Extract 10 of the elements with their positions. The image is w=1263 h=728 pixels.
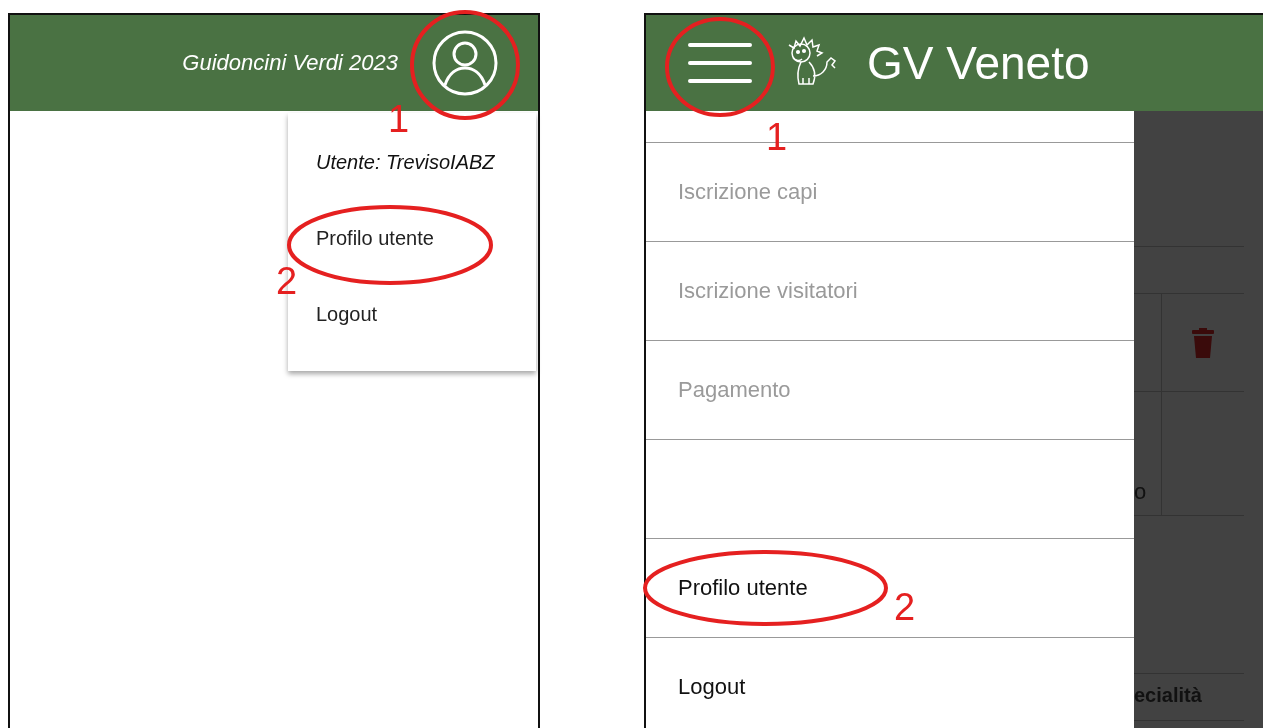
app-title: GV Veneto: [867, 36, 1090, 90]
annotation-number: 2: [276, 262, 298, 300]
user-label: Utente: TrevisoIABZ: [316, 151, 496, 174]
menu-item[interactable]: Profilo utente: [316, 227, 434, 250]
annotation-number: 1: [388, 100, 410, 138]
menu-icon[interactable]: [687, 41, 753, 85]
user-icon[interactable]: [432, 30, 498, 96]
annotation-number: 2: [894, 588, 916, 626]
header-title: Guidoncini Verdi 2023: [182, 50, 398, 76]
menu-item[interactable]: Logout: [316, 303, 378, 326]
